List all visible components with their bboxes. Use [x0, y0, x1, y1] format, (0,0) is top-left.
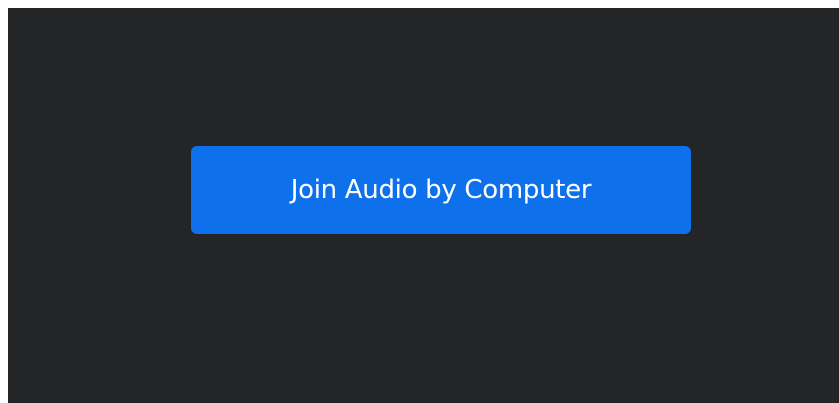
- join-audio-panel: Join Audio by Computer: [8, 8, 839, 403]
- join-audio-by-computer-button[interactable]: Join Audio by Computer: [191, 146, 691, 234]
